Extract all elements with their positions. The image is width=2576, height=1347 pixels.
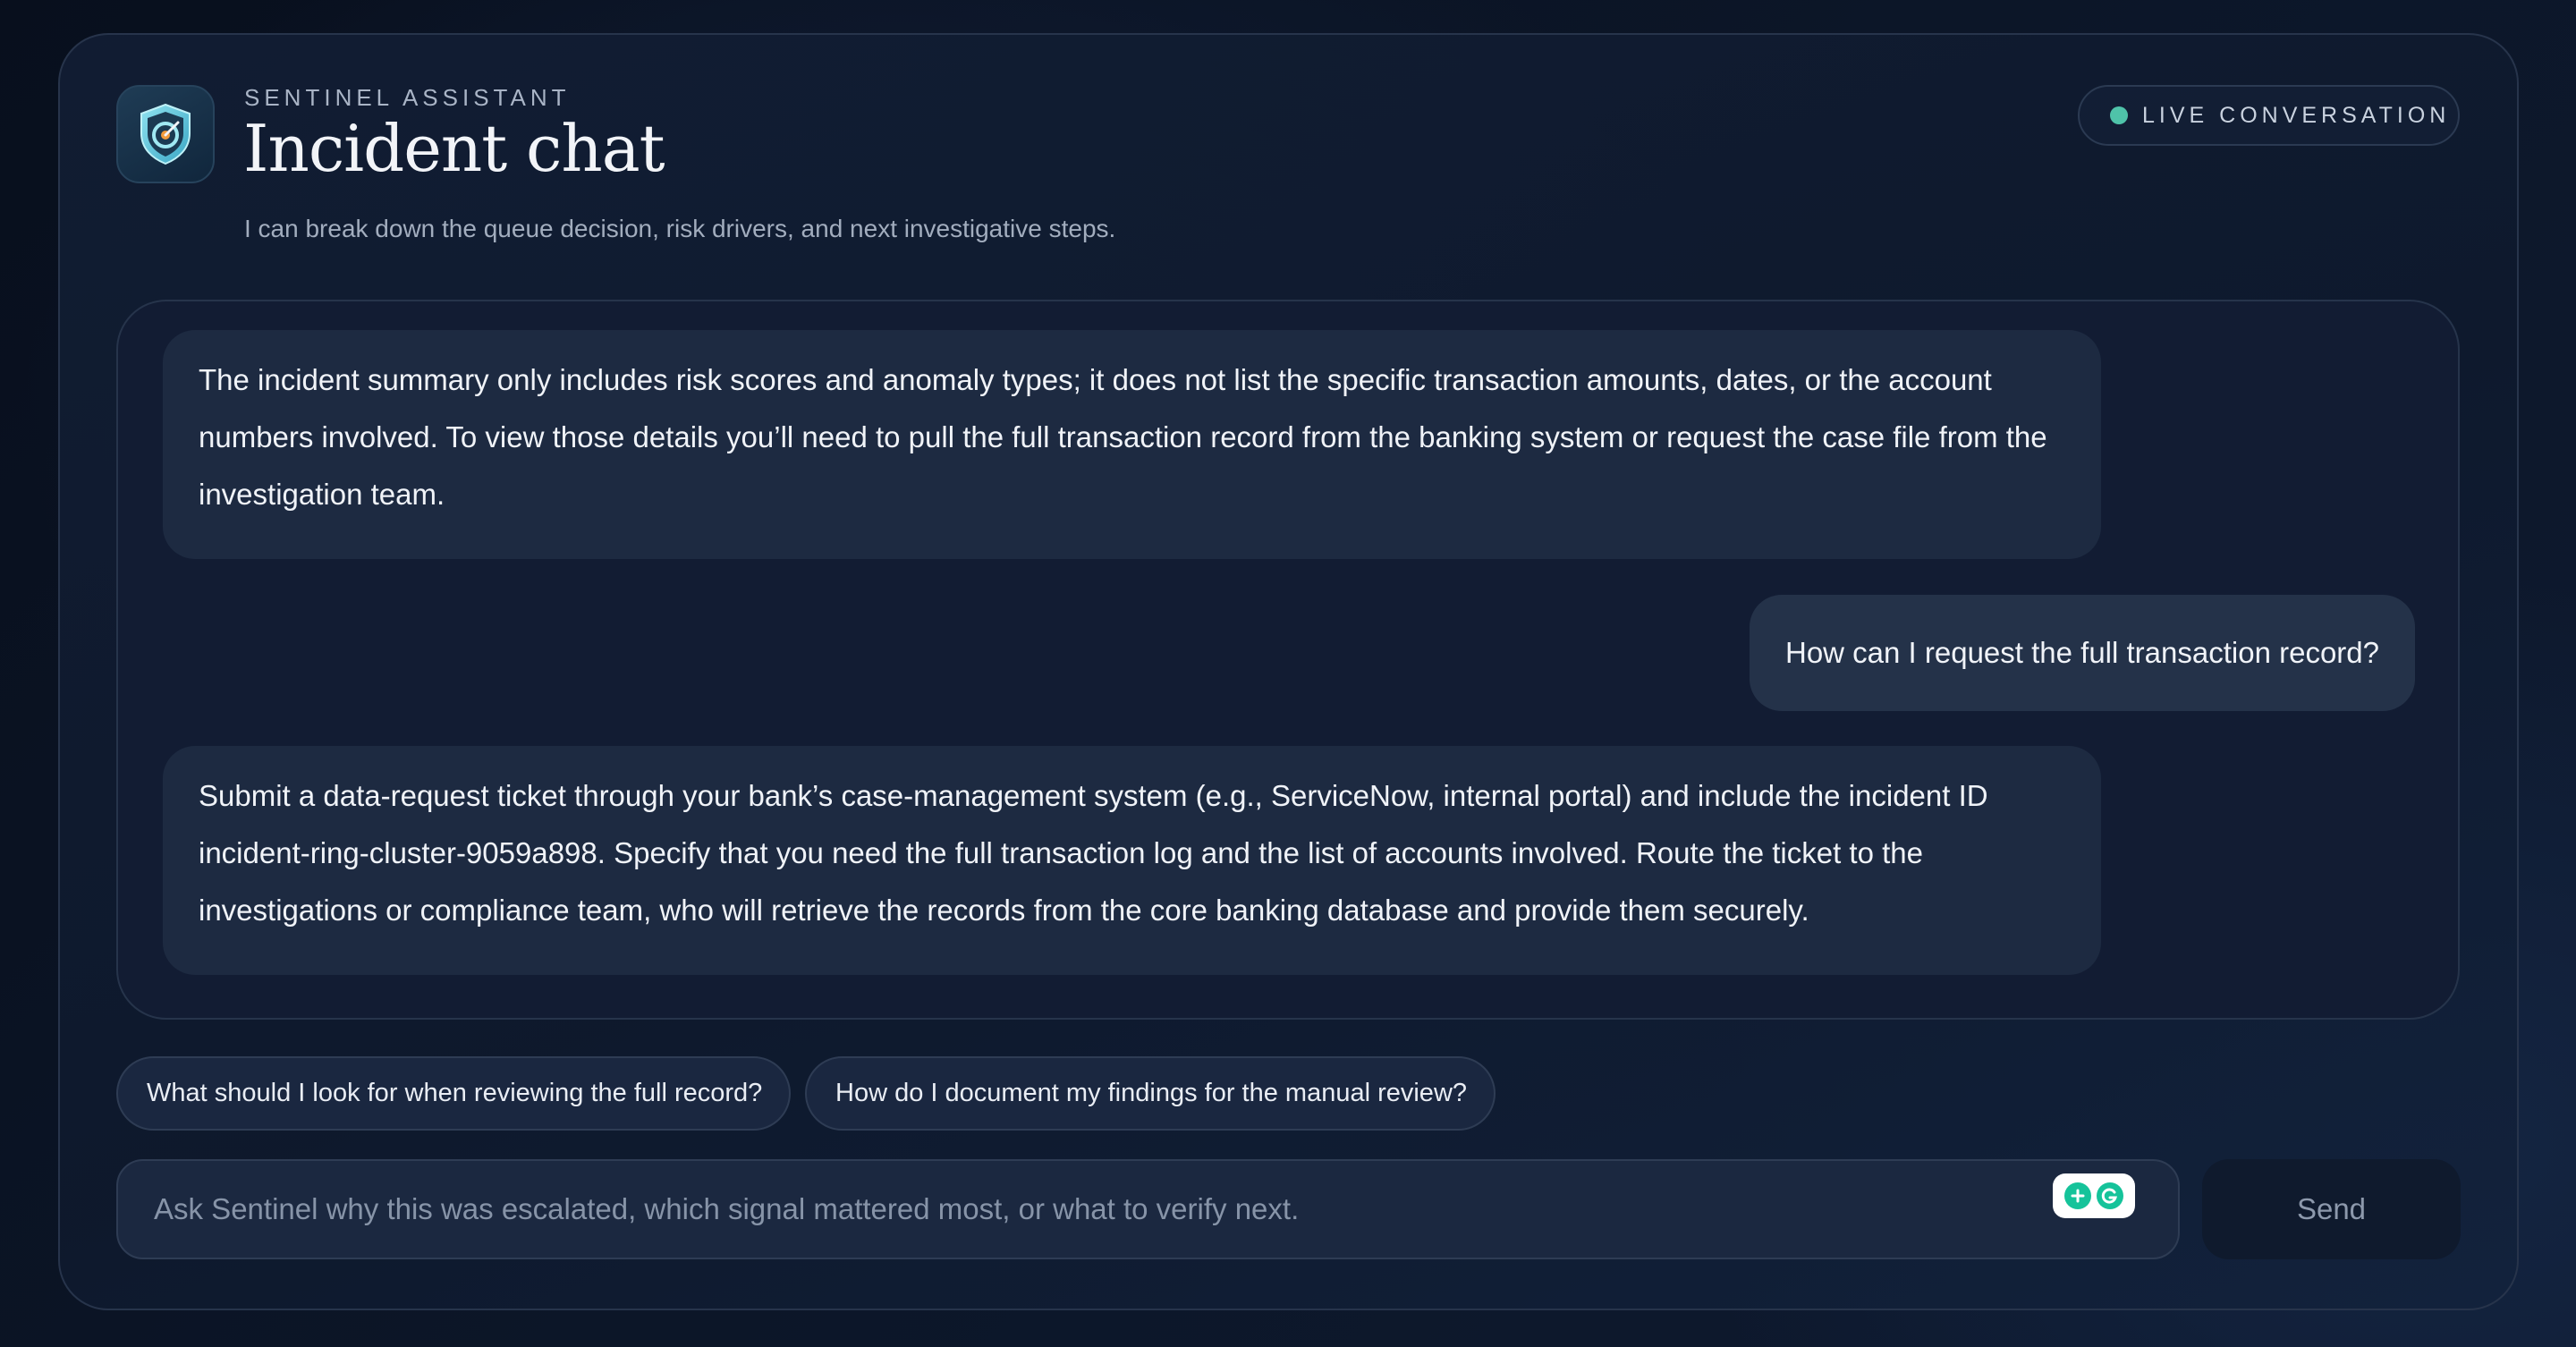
user-message: How can I request the full transaction r… [1749, 595, 2415, 711]
assistant-message: Submit a data-request ticket through you… [163, 746, 2101, 975]
live-status-dot-icon [2110, 106, 2128, 124]
grammar-g-icon [2097, 1182, 2123, 1209]
status-badge-label: LIVE CONVERSATION [2142, 102, 2451, 128]
send-button[interactable]: Send [2202, 1159, 2461, 1259]
grammar-plus-icon [2064, 1182, 2091, 1209]
shield-target-icon [140, 103, 191, 165]
suggestion-chip[interactable]: What should I look for when reviewing th… [116, 1056, 791, 1131]
composer [116, 1159, 2180, 1259]
message-input[interactable] [118, 1161, 2178, 1258]
page-subtitle: I can break down the queue decision, ris… [244, 215, 1116, 242]
page-title: Incident chat [243, 111, 665, 186]
message-list[interactable]: The incident summary only includes risk … [116, 300, 2460, 1020]
assistant-message: The incident summary only includes risk … [163, 330, 2101, 559]
app-eyebrow: SENTINEL ASSISTANT [244, 84, 571, 111]
suggestion-chip[interactable]: How do I document my findings for the ma… [805, 1056, 1496, 1131]
grammar-assistant-icon[interactable] [2053, 1173, 2135, 1218]
sentinel-logo [116, 85, 215, 183]
status-badge: LIVE CONVERSATION [2078, 85, 2460, 146]
